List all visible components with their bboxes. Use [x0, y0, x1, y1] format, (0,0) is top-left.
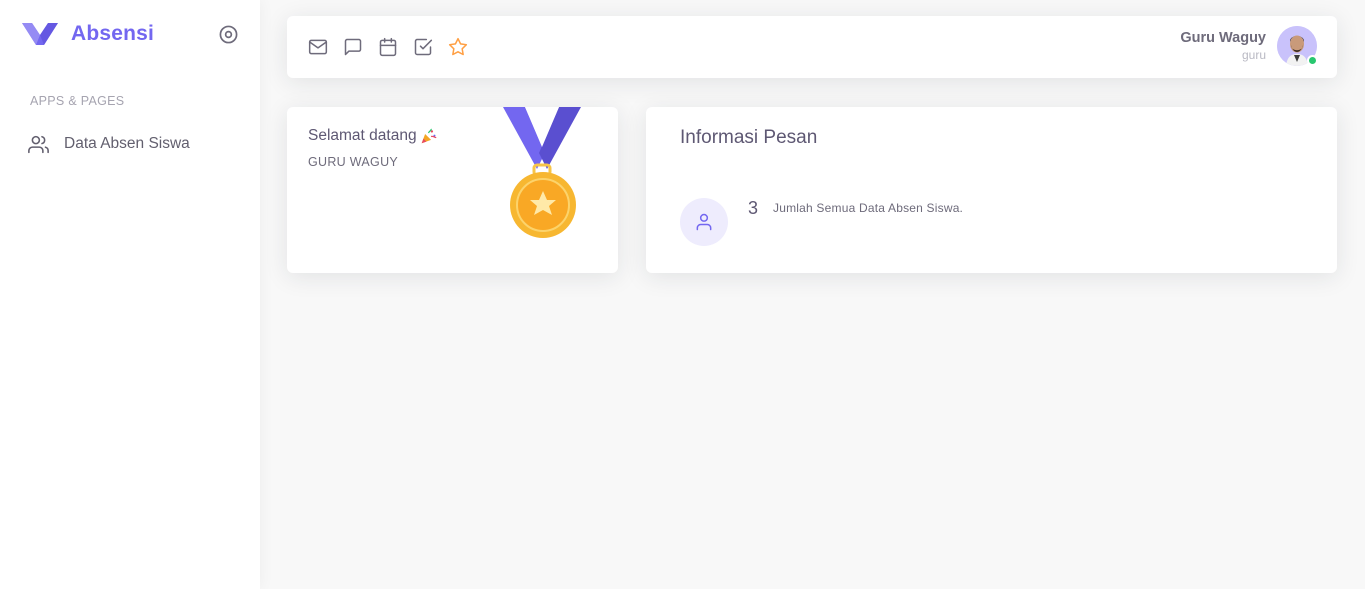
calendar-icon[interactable] [378, 37, 398, 57]
welcome-title-text: Selamat datang [308, 127, 417, 144]
stat-icon-wrapper [680, 198, 728, 246]
stat-label: Jumlah Semua Data Absen Siswa. [773, 201, 964, 215]
users-icon [28, 135, 49, 153]
info-card: Informasi Pesan 3 Jumlah Semua Data Abse… [646, 107, 1337, 273]
brand[interactable]: Absensi [22, 20, 154, 48]
star-icon[interactable] [448, 37, 468, 57]
user-dropdown[interactable]: Guru Waguy guru [1180, 26, 1318, 66]
nav-section-header: APPS & PAGES [30, 94, 125, 108]
mail-icon[interactable] [308, 37, 328, 57]
info-card-title: Informasi Pesan [680, 127, 818, 148]
user-icon [696, 213, 712, 231]
party-popper-icon [421, 128, 437, 143]
sidebar-item-data-absen-siswa[interactable]: Data Absen Siswa [28, 132, 190, 156]
online-status-badge [1307, 55, 1318, 66]
welcome-card: Selamat datang GURU WAGUY [287, 107, 618, 273]
brand-logo-icon [22, 23, 58, 45]
welcome-subtitle: GURU WAGUY [308, 155, 399, 169]
user-info: Guru Waguy guru [1180, 29, 1266, 63]
stat-value: 3 [748, 198, 759, 218]
medal-icon [503, 107, 581, 238]
sidebar-item-label: Data Absen Siswa [64, 135, 190, 152]
user-role: guru [1241, 48, 1266, 62]
sidebar: Absensi APPS & PAGES Data Absen Siswa [0, 0, 260, 589]
user-name: Guru Waguy [1180, 30, 1266, 46]
sidebar-toggle-icon[interactable] [219, 25, 238, 44]
avatar[interactable] [1277, 26, 1318, 66]
topbar: Guru Waguy guru [287, 16, 1337, 78]
brand-name: Absensi [71, 22, 155, 45]
bookmark-bar [308, 37, 468, 57]
check-square-icon[interactable] [413, 37, 433, 57]
chat-icon[interactable] [343, 37, 363, 57]
welcome-title: Selamat datang [308, 127, 437, 145]
